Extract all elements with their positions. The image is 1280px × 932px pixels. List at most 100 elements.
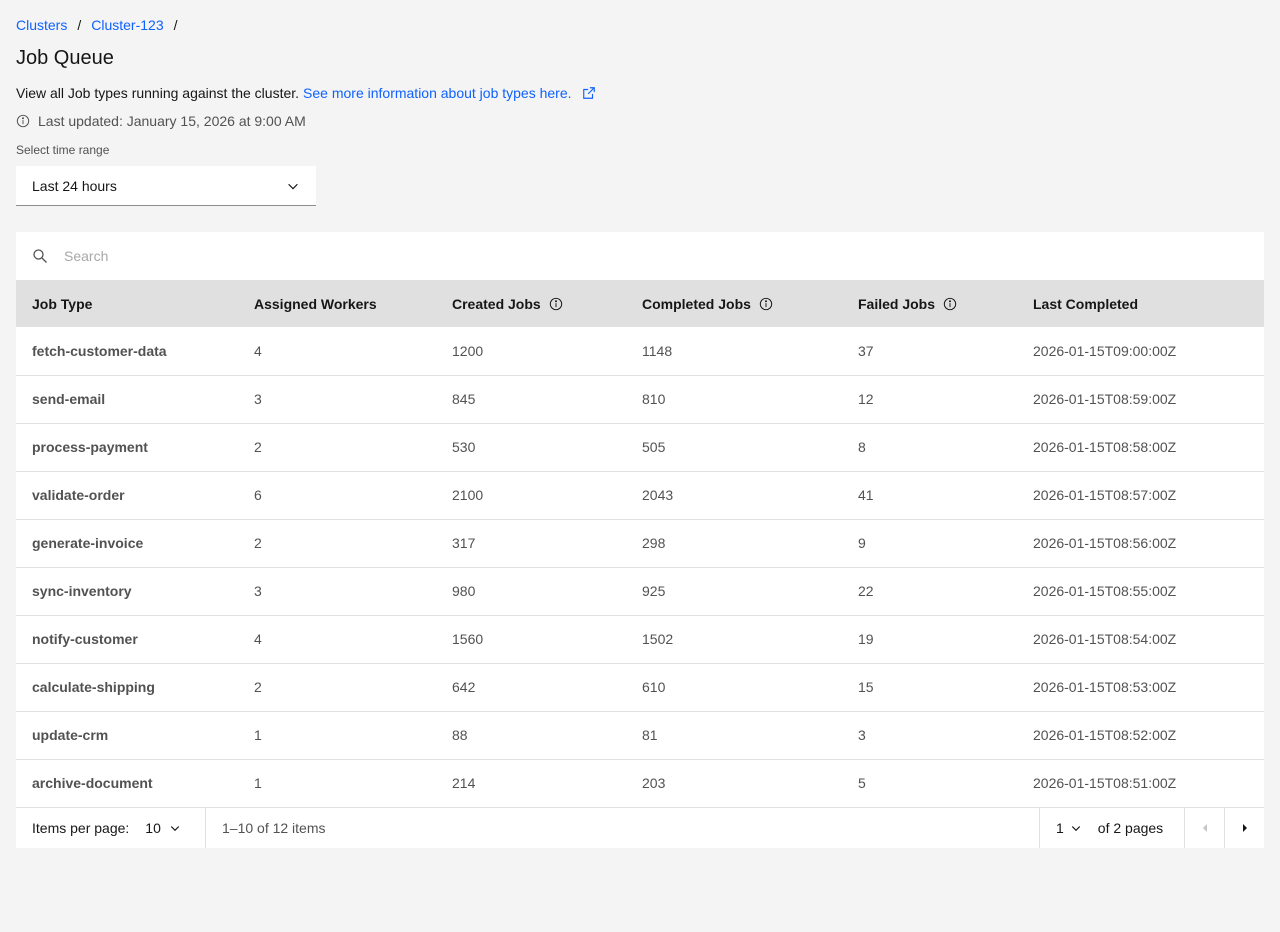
cell-failed-jobs: 41 (858, 487, 874, 503)
table-row[interactable]: update-crm 1 88 81 3 2026-01-15T08:52:00Z (16, 711, 1264, 759)
cell-assigned-workers: 4 (254, 342, 262, 359)
table-row[interactable]: notify-customer 4 1560 1502 19 2026-01-15T08:… (16, 615, 1264, 663)
cell-last-completed: 2026-01-15T08:56:00Z (1033, 535, 1177, 551)
cell-job-type: sync-inventory (32, 583, 132, 599)
cell-created-jobs: 88 (452, 727, 468, 743)
cell-job-type: validate-order (32, 487, 125, 503)
cell-assigned-workers: 6 (254, 487, 262, 503)
cell-completed-jobs: 1502 (642, 631, 674, 647)
cell-assigned-workers: 2 (254, 439, 262, 455)
cell-completed-jobs: 810 (642, 391, 666, 407)
page-number-select[interactable]: 1 (1056, 820, 1082, 836)
cell-job-type: update-crm (32, 727, 109, 743)
table-row[interactable]: send-email 3 845 810 12 2026-01-15T08:59:00Z (16, 375, 1264, 423)
cell-completed-jobs: 2043 (642, 487, 674, 503)
cell-last-completed: 2026-01-15T08:51:00Z (1033, 775, 1177, 792)
header-assigned-workers[interactable]: Assigned Workers (238, 280, 436, 327)
next-page-button[interactable] (1224, 808, 1264, 848)
page-title: Job Queue (16, 47, 114, 69)
cell-assigned-workers: 4 (254, 631, 262, 647)
cell-assigned-workers: 2 (254, 679, 262, 695)
table-row[interactable]: generate-invoice 2 317 298 9 2026-01-15T08:56… (16, 519, 1264, 567)
items-per-page-select[interactable]: 10 (145, 820, 181, 836)
table-row[interactable]: sync-inventory 3 980 925 22 2026-01-15T08:55:… (16, 567, 1264, 615)
cell-created-jobs: 1200 (452, 342, 484, 359)
items-per-page-value: 10 (145, 820, 161, 836)
cell-created-jobs: 214 (452, 775, 476, 792)
time-range-select[interactable]: Last 24 hours (16, 166, 316, 206)
cell-completed-jobs: 298 (642, 535, 666, 551)
breadcrumb-link-clusters[interactable]: Clusters (16, 16, 67, 34)
cell-completed-jobs: 925 (642, 583, 666, 599)
cell-assigned-workers: 2 (254, 535, 262, 551)
job-queue-table-container: Job Type Assigned Workers Created Jobs C… (16, 232, 1264, 848)
header-job-type[interactable]: Job Type (16, 280, 238, 327)
search-icon (32, 248, 48, 264)
cell-job-type: send-email (32, 391, 106, 407)
breadcrumb-separator: / (77, 17, 82, 33)
cell-last-completed: 2026-01-15T08:52:00Z (1033, 727, 1177, 743)
info-icon[interactable] (943, 297, 957, 311)
previous-page-button[interactable] (1184, 808, 1224, 848)
header-last-completed[interactable]: Last Completed (1017, 280, 1264, 327)
cell-job-type: fetch-customer-data (32, 342, 167, 359)
external-link-icon[interactable] (582, 86, 596, 100)
header-completed-jobs[interactable]: Completed Jobs (626, 280, 842, 327)
search-input[interactable] (64, 248, 664, 264)
cell-completed-jobs: 610 (642, 679, 666, 695)
cell-job-type: calculate-shipping (32, 679, 155, 695)
breadcrumb-link-cluster[interactable]: Cluster-123 (91, 16, 163, 34)
cell-created-jobs: 2100 (452, 487, 484, 503)
info-icon[interactable] (759, 297, 773, 311)
chevron-down-icon (170, 826, 180, 832)
cell-completed-jobs: 81 (642, 727, 658, 743)
info-icon (16, 114, 30, 128)
cell-last-completed: 2026-01-15T08:57:00Z (1033, 487, 1177, 503)
cell-failed-jobs: 3 (858, 727, 866, 743)
cell-failed-jobs: 22 (858, 583, 874, 599)
items-per-page: Items per page: 10 (16, 808, 206, 848)
job-types-info-link[interactable]: See more information about job types her… (303, 84, 572, 102)
header-label: Completed Jobs (642, 295, 751, 312)
cell-job-type: process-payment (32, 439, 148, 455)
cell-assigned-workers: 1 (254, 727, 262, 743)
table-row[interactable]: calculate-shipping 2 642 610 15 2026-01-15T08… (16, 663, 1264, 711)
cell-assigned-workers: 3 (254, 391, 262, 407)
caret-right-icon (1242, 824, 1247, 832)
table-row[interactable]: archive-document 1 214 203 5 2026-01-15T08:51… (16, 759, 1264, 807)
table-body: fetch-customer-data 4 1200 1148 37 2026-01-15… (16, 327, 1264, 807)
cell-job-type: notify-customer (32, 631, 138, 647)
cell-created-jobs: 642 (452, 679, 476, 695)
header-failed-jobs[interactable]: Failed Jobs (842, 280, 1017, 327)
table-row[interactable]: process-payment 2 530 505 8 2026-01-15T08:58:… (16, 423, 1264, 471)
cell-last-completed: 2026-01-15T08:53:00Z (1033, 679, 1177, 695)
total-pages: of 2 pages (1097, 820, 1164, 836)
cell-failed-jobs: 5 (858, 775, 866, 792)
cell-completed-jobs: 203 (642, 775, 666, 792)
time-range-value: Last 24 hours (32, 177, 117, 194)
cell-created-jobs: 530 (452, 439, 476, 455)
header-label: Job Type (32, 295, 93, 312)
items-range: 1–10 of 12 items (222, 820, 326, 836)
page-selector: 1 of 2 pages (1039, 808, 1184, 848)
table-row[interactable]: validate-order 6 2100 2043 41 2026-01-15T08:5… (16, 471, 1264, 519)
cell-assigned-workers: 1 (254, 775, 262, 792)
cell-failed-jobs: 12 (858, 391, 874, 407)
info-icon[interactable] (549, 297, 563, 311)
cell-assigned-workers: 3 (254, 583, 262, 599)
description-text: View all Job types running against the c… (16, 85, 300, 101)
header-label: Assigned Workers (254, 295, 377, 312)
table-row[interactable]: fetch-customer-data 4 1200 1148 37 2026-01-15… (16, 327, 1264, 375)
cell-failed-jobs: 9 (858, 535, 866, 551)
cell-created-jobs: 1560 (452, 631, 484, 647)
table-header-row: Job Type Assigned Workers Created Jobs C… (16, 280, 1264, 327)
cell-completed-jobs: 505 (642, 439, 666, 455)
cell-job-type: archive-document (32, 775, 153, 792)
cell-last-completed: 2026-01-15T08:54:00Z (1033, 631, 1177, 647)
header-created-jobs[interactable]: Created Jobs (436, 280, 626, 327)
items-per-page-label: Items per page: (32, 820, 130, 836)
header-label: Last Completed (1033, 295, 1139, 312)
chevron-down-icon (286, 179, 300, 193)
chevron-down-icon (1071, 826, 1080, 832)
cell-last-completed: 2026-01-15T09:00:00Z (1033, 342, 1177, 359)
